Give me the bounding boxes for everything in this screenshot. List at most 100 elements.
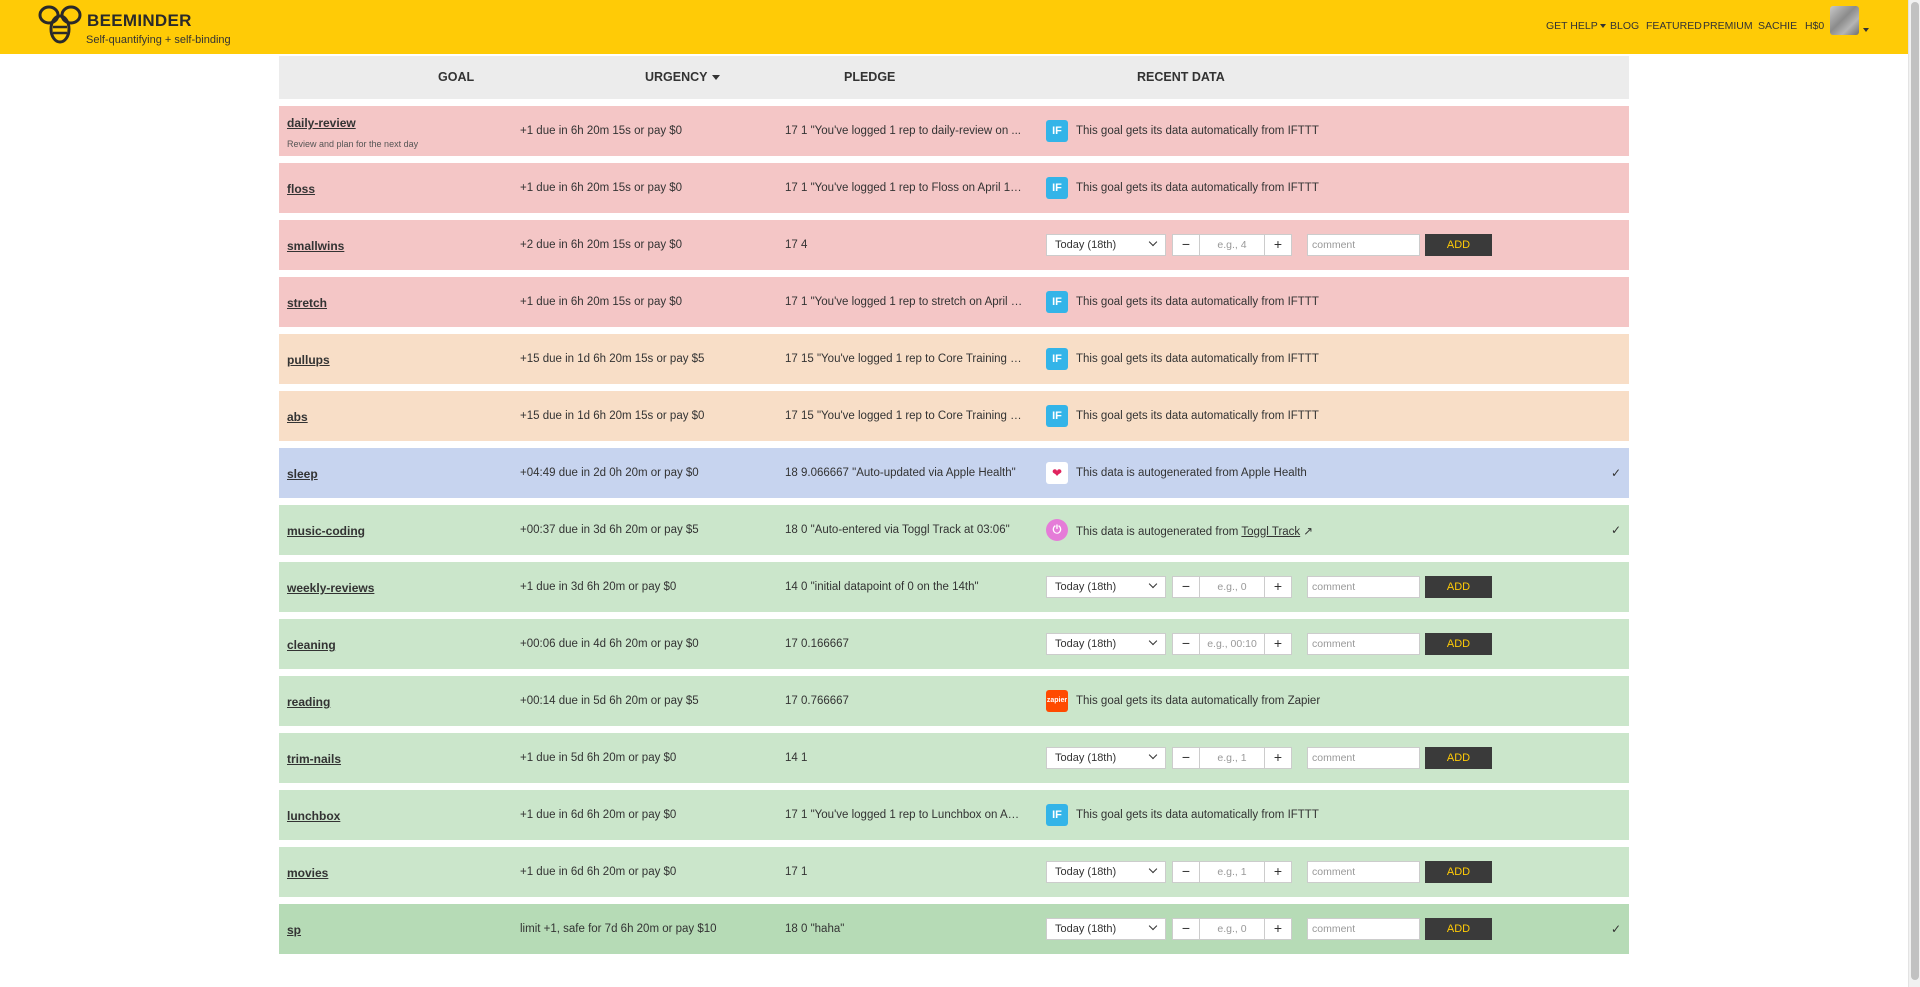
goal-row[interactable]: sleep +04:49 due in 2d 0h 20m or pay $0 18… bbox=[279, 448, 1629, 498]
goal-name-link[interactable]: stretch bbox=[287, 296, 327, 310]
nav-blog[interactable]: BLOG bbox=[1610, 20, 1639, 32]
goal-name-link[interactable]: lunchbox bbox=[287, 809, 340, 823]
date-select[interactable]: Today (18th) bbox=[1046, 633, 1166, 655]
toggl-icon[interactable]: ⏻ bbox=[1046, 519, 1068, 541]
nav-user[interactable]: SACHIE bbox=[1758, 20, 1797, 32]
goal-name-link[interactable]: movies bbox=[287, 866, 328, 880]
increment-button[interactable]: + bbox=[1264, 861, 1292, 883]
column-header-recent-data[interactable]: RECENT DATA bbox=[1137, 70, 1225, 84]
decrement-button[interactable]: − bbox=[1172, 861, 1200, 883]
date-select[interactable]: Today (18th) bbox=[1046, 747, 1166, 769]
increment-button[interactable]: + bbox=[1264, 918, 1292, 940]
goal-name-link[interactable]: daily-review bbox=[287, 116, 356, 130]
value-input[interactable]: e.g., 0 bbox=[1200, 918, 1264, 940]
add-datapoint-button[interactable]: ADD bbox=[1425, 747, 1492, 769]
scrollbar-thumb[interactable] bbox=[1911, 2, 1919, 980]
goal-name-link[interactable]: trim-nails bbox=[287, 752, 341, 766]
goal-urgency: limit +1, safe for 7d 6h 20m or pay $10 bbox=[520, 923, 717, 935]
apple-health-icon[interactable]: ❤ bbox=[1046, 462, 1068, 484]
decrement-button[interactable]: − bbox=[1172, 633, 1200, 655]
value-input[interactable]: e.g., 0 bbox=[1200, 576, 1264, 598]
goal-name-link[interactable]: sleep bbox=[287, 467, 318, 481]
nav-featured[interactable]: FEATURED bbox=[1646, 20, 1702, 32]
avatar[interactable] bbox=[1830, 6, 1859, 35]
column-header-pledge[interactable]: PLEDGE bbox=[844, 70, 895, 84]
increment-button[interactable]: + bbox=[1264, 234, 1292, 256]
column-header-urgency[interactable]: URGENCY bbox=[645, 70, 720, 84]
goal-name-link[interactable]: reading bbox=[287, 695, 330, 709]
goal-row[interactable]: abs +15 due in 1d 6h 20m 15s or pay $0 17 … bbox=[279, 391, 1629, 441]
value-input[interactable]: e.g., 00:10 bbox=[1200, 633, 1264, 655]
ifttt-icon[interactable]: IF bbox=[1046, 120, 1068, 142]
goal-description: Review and plan for the next day bbox=[287, 139, 419, 149]
chevron-down-icon[interactable] bbox=[1863, 28, 1869, 32]
decrement-button[interactable]: − bbox=[1172, 918, 1200, 940]
ifttt-icon[interactable]: IF bbox=[1046, 405, 1068, 427]
goal-row[interactable]: reading +00:14 due in 5d 6h 20m or pay $5… bbox=[279, 676, 1629, 726]
beeminder-logo-icon[interactable] bbox=[37, 3, 83, 47]
comment-input[interactable]: comment bbox=[1307, 633, 1420, 655]
decrement-button[interactable]: − bbox=[1172, 747, 1200, 769]
goal-row[interactable]: lunchbox +1 due in 6d 6h 20m or pay $0 17 … bbox=[279, 790, 1629, 840]
add-datapoint-button[interactable]: ADD bbox=[1425, 234, 1492, 256]
goal-row[interactable]: daily-review Review and plan for the next… bbox=[279, 106, 1629, 156]
goal-row[interactable]: weekly-reviews +1 due in 3d 6h 20m or pay… bbox=[279, 562, 1629, 612]
comment-input[interactable]: comment bbox=[1307, 234, 1420, 256]
value-input[interactable]: e.g., 1 bbox=[1200, 747, 1264, 769]
add-datapoint-button[interactable]: ADD bbox=[1425, 633, 1492, 655]
date-select[interactable]: Today (18th) bbox=[1046, 918, 1166, 940]
goal-urgency: +00:14 due in 5d 6h 20m or pay $5 bbox=[520, 695, 699, 707]
ifttt-icon[interactable]: IF bbox=[1046, 177, 1068, 199]
decrement-button[interactable]: − bbox=[1172, 576, 1200, 598]
date-select[interactable]: Today (18th) bbox=[1046, 861, 1166, 883]
comment-input[interactable]: comment bbox=[1307, 918, 1420, 940]
page-scrollbar[interactable] bbox=[1908, 0, 1920, 987]
goal-row[interactable]: movies +1 due in 6d 6h 20m or pay $0 17 1 T… bbox=[279, 847, 1629, 897]
goal-recent-datapoint: 18 0 "haha" bbox=[785, 923, 845, 935]
goal-name-link[interactable]: smallwins bbox=[287, 239, 344, 253]
goal-row[interactable]: music-coding +00:37 due in 3d 6h 20m or p… bbox=[279, 505, 1629, 555]
zapier-icon[interactable]: zapier bbox=[1046, 690, 1068, 712]
ifttt-icon[interactable]: IF bbox=[1046, 291, 1068, 313]
goal-row[interactable]: floss +1 due in 6h 20m 15s or pay $0 17 1 … bbox=[279, 163, 1629, 213]
increment-button[interactable]: + bbox=[1264, 747, 1292, 769]
value-input[interactable]: e.g., 4 bbox=[1200, 234, 1264, 256]
add-datapoint-button[interactable]: ADD bbox=[1425, 861, 1492, 883]
nav-get-help[interactable]: GET HELP bbox=[1546, 20, 1606, 32]
comment-input[interactable]: comment bbox=[1307, 747, 1420, 769]
brand-name[interactable]: BEEMINDER bbox=[87, 11, 192, 31]
goal-name-link[interactable]: music-coding bbox=[287, 524, 365, 538]
goal-name-link[interactable]: pullups bbox=[287, 353, 330, 367]
goal-name-link[interactable]: weekly-reviews bbox=[287, 581, 374, 595]
goal-row[interactable]: stretch +1 due in 6h 20m 15s or pay $0 17 … bbox=[279, 277, 1629, 327]
comment-input[interactable]: comment bbox=[1307, 861, 1420, 883]
external-link-icon: ↗ bbox=[1303, 526, 1314, 538]
goal-name-link[interactable]: abs bbox=[287, 410, 308, 424]
goal-urgency: +1 due in 5d 6h 20m or pay $0 bbox=[520, 752, 677, 764]
goal-row[interactable]: sp limit +1, safe for 7d 6h 20m or pay $1… bbox=[279, 904, 1629, 954]
nav-premium[interactable]: PREMIUM bbox=[1703, 20, 1753, 32]
nav-balance[interactable]: H$0 bbox=[1805, 20, 1824, 32]
increment-button[interactable]: + bbox=[1264, 576, 1292, 598]
ifttt-icon[interactable]: IF bbox=[1046, 348, 1068, 370]
add-datapoint-button[interactable]: ADD bbox=[1425, 576, 1492, 598]
toggl-track-link[interactable]: Toggl Track bbox=[1241, 526, 1300, 538]
goal-name-link[interactable]: sp bbox=[287, 923, 301, 937]
goal-row[interactable]: pullups +15 due in 1d 6h 20m 15s or pay $… bbox=[279, 334, 1629, 384]
add-datapoint-button[interactable]: ADD bbox=[1425, 918, 1492, 940]
decrement-button[interactable]: − bbox=[1172, 234, 1200, 256]
date-select[interactable]: Today (18th) bbox=[1046, 576, 1166, 598]
value-input[interactable]: e.g., 1 bbox=[1200, 861, 1264, 883]
goal-row[interactable]: cleaning +00:06 due in 4d 6h 20m or pay $… bbox=[279, 619, 1629, 669]
goal-row[interactable]: smallwins +2 due in 6h 20m 15s or pay $0 1… bbox=[279, 220, 1629, 270]
ifttt-icon[interactable]: IF bbox=[1046, 804, 1068, 826]
goal-row[interactable]: trim-nails +1 due in 5d 6h 20m or pay $0 1… bbox=[279, 733, 1629, 783]
increment-button[interactable]: + bbox=[1264, 633, 1292, 655]
date-select[interactable]: Today (18th) bbox=[1046, 234, 1166, 256]
comment-input[interactable]: comment bbox=[1307, 576, 1420, 598]
data-source-text: This goal gets its data automatically fr… bbox=[1076, 125, 1319, 137]
date-select-value: Today (18th) bbox=[1055, 923, 1117, 935]
column-header-goal[interactable]: GOAL bbox=[438, 70, 474, 84]
goal-name-link[interactable]: cleaning bbox=[287, 638, 336, 652]
goal-name-link[interactable]: floss bbox=[287, 182, 315, 196]
